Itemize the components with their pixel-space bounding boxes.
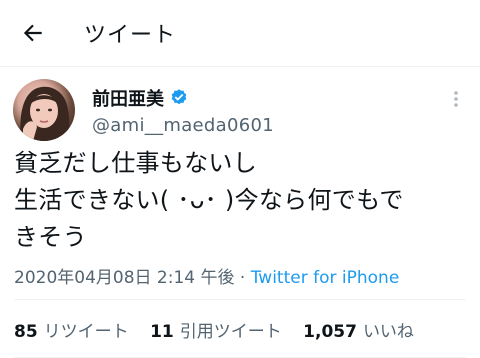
display-name[interactable]: 前田亜美 (92, 85, 164, 111)
tweet-source-link[interactable]: Twitter for iPhone (251, 268, 400, 288)
arrow-left-icon[interactable] (20, 20, 46, 46)
user-handle[interactable]: @ami__maeda0601 (92, 115, 274, 136)
page-title: ツイート (84, 23, 177, 48)
retweet-count[interactable]: 85 リツイート (14, 322, 145, 342)
divider (14, 299, 466, 300)
tweet-timestamp[interactable]: 2020年04月08日 2:14 午後 (14, 268, 235, 288)
name-row: 前田亜美 (92, 85, 189, 111)
quote-count[interactable]: 11 引用ツイート (150, 322, 298, 342)
like-count[interactable]: 1,057 いいね (303, 322, 430, 342)
avatar[interactable] (13, 79, 75, 141)
meta-separator: · (239, 268, 246, 288)
top-header: ツイート (0, 0, 480, 67)
tweet-text: 貧乏だし仕事もないし 生活できない( ･ᴗ･ )今なら何でもで きそう (14, 149, 404, 251)
verified-badge-icon (171, 89, 187, 105)
tweet-meta: 2020年04月08日 2:14 午後 · Twitter for iPhone (14, 263, 399, 288)
tweet-stats: 85 リツイート 11 引用ツイート 1,057 いいね (14, 317, 430, 342)
more-options-icon[interactable] (446, 89, 466, 109)
